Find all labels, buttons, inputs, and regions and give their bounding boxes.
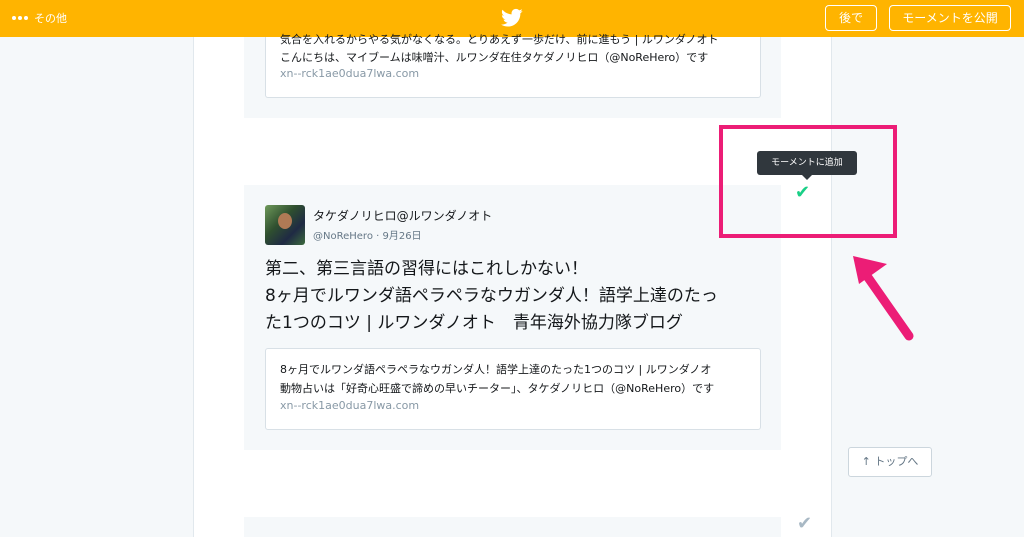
more-label: その他 (34, 12, 67, 25)
publish-moment-button[interactable]: モーメントを公開 (889, 5, 1011, 31)
back-to-top-button[interactable]: ↑ トップへ (848, 447, 932, 477)
author-name[interactable]: タケダノリヒロ@ルワンダノオト (313, 207, 492, 224)
tweet-meta: @NoReHero · 9月26日 (313, 231, 422, 242)
twitter-bird-icon (501, 8, 523, 27)
avatar[interactable] (265, 205, 305, 245)
link-card[interactable]: 8ヶ月でルワンダ語ペラペラなウガンダ人！語学上達のたった1つのコツ | ルワンダ… (265, 348, 761, 430)
highlight-annotation-box (719, 125, 897, 238)
later-button[interactable]: 後で (825, 5, 877, 31)
tweet-text: 第二、第三言語の習得にはこれしかない！ 8ヶ月でルワンダ語ペラペラなウガンダ人！… (265, 256, 765, 337)
tweet-text-line: た1つのコツ | ルワンダノオト 青年海外協力隊ブログ (265, 313, 683, 333)
card-description: こんにちは、マイブームは味噌汁、ルワンダ在住タケダノリヒロ（@NoReHero）… (280, 51, 709, 64)
add-check-icon[interactable]: ✔ (797, 514, 812, 534)
arrow-up-icon: ↑ (861, 455, 871, 468)
annotation-arrow-icon (853, 256, 914, 341)
tweet-item: タケダノリヒロ@ルワンダノオト @NoReHero · 9月26日 第二、第三言… (244, 185, 781, 450)
more-dots-icon (12, 16, 28, 20)
tweet-text-line: 第二、第三言語の習得にはこれしかない！ (265, 259, 588, 279)
back-to-top-label: トップへ (874, 455, 919, 468)
card-url: xn--rck1ae0dua7lwa.com (280, 399, 420, 412)
tweet-block-next (244, 517, 781, 537)
more-menu[interactable]: その他 (12, 10, 67, 26)
tweet-text-line: 8ヶ月でルワンダ語ペラペラなウガンダ人！語学上達のたっ (265, 286, 718, 306)
card-title: 8ヶ月でルワンダ語ペラペラなウガンダ人！語学上達のたった1つのコツ | ルワンダ… (280, 363, 712, 376)
card-url: xn--rck1ae0dua7lwa.com (280, 67, 420, 80)
card-description: 動物占いは「好奇心旺盛で諦めの早いチーター」、タケダノリヒロ（@NoReHero… (280, 382, 715, 395)
link-card-previous[interactable]: 気合を入れるからやる気がなくなる。とりあえず一歩だけ、前に進もう | ルワンダノ… (265, 33, 761, 98)
card-title: 気合を入れるからやる気がなくなる。とりあえず一歩だけ、前に進もう | ルワンダノ… (280, 33, 719, 46)
